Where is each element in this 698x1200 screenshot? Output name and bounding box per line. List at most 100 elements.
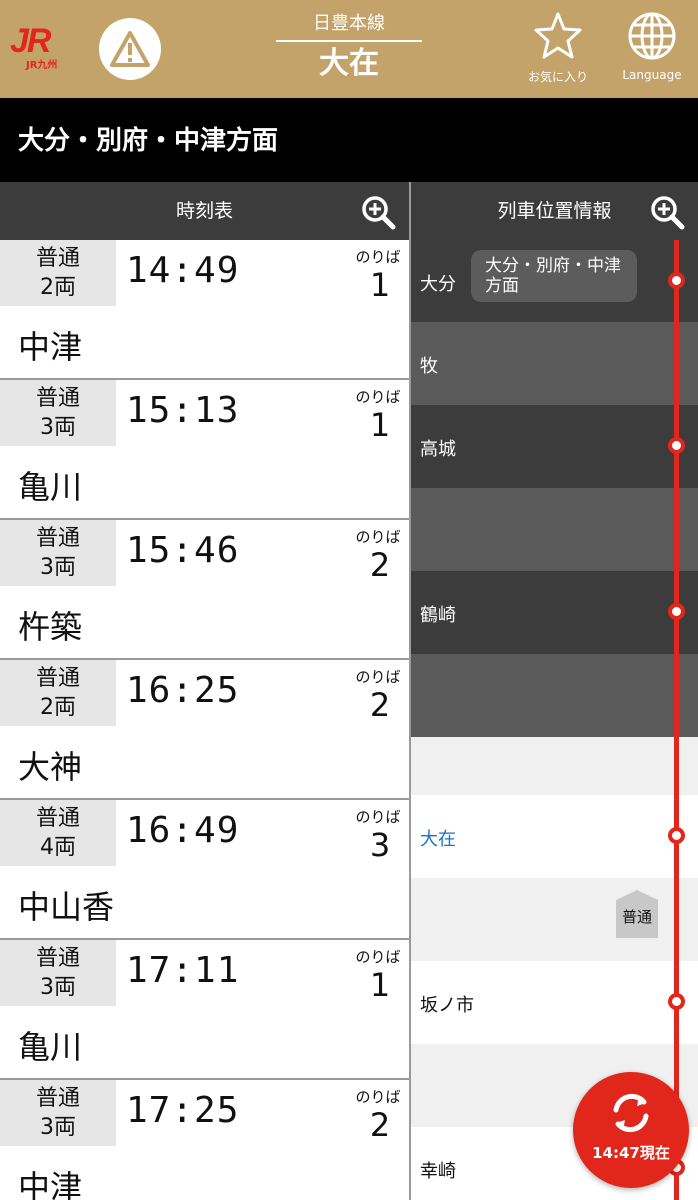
- train-type-badge: 普通 3両: [0, 1080, 116, 1146]
- train-cars: 3両: [40, 1115, 76, 1140]
- train-type: 普通: [35, 946, 80, 971]
- train-type-badge: 普通 3両: [0, 940, 116, 1006]
- route-line: [674, 240, 679, 1200]
- train-row[interactable]: 普通 4両 16:49 のりば 3 中山香: [0, 800, 409, 940]
- station-label: 大分: [420, 274, 456, 295]
- language-label: Language: [622, 68, 682, 82]
- train-type: 普通: [35, 666, 80, 691]
- section-row: [411, 654, 698, 737]
- platform-label: のりば: [355, 668, 401, 686]
- departure-time: 15:46: [126, 530, 240, 571]
- train-row[interactable]: 普通 2両 14:49 のりば 1 中津: [0, 240, 409, 380]
- train-type-badge: 普通 2両: [0, 660, 116, 726]
- warning-button[interactable]: [99, 18, 161, 80]
- station-row-tsurusaki: 鶴崎: [411, 571, 698, 654]
- train-position-panel[interactable]: 大分 大分・別府・中津方面 牧 高城 鶴崎 大在 坂ノ市 幸崎 普通: [411, 240, 698, 1200]
- departure-time: 17:11: [126, 950, 240, 991]
- station-heading: 日豊本線 大在: [276, 10, 422, 86]
- destination: 中津: [18, 328, 83, 366]
- train-marker-label: 普通: [621, 908, 652, 926]
- platform-label: のりば: [355, 248, 401, 266]
- departure-time: 16:49: [126, 810, 240, 851]
- line-name: 日豊本線: [313, 13, 385, 34]
- train-type: 普通: [35, 386, 80, 411]
- train-cars: 4両: [40, 835, 76, 860]
- position-header: 列車位置情報: [411, 182, 698, 240]
- platform-number: 1: [369, 966, 391, 1004]
- timetable-list[interactable]: 普通 2両 14:49 のりば 1 中津 普通 3両 15:13 のりば 1 亀…: [0, 240, 409, 1200]
- globe-icon: [628, 12, 676, 60]
- zoom-in-icon[interactable]: [649, 194, 685, 230]
- timetable-header: 時刻表: [0, 182, 409, 240]
- train-type-badge: 普通 4両: [0, 800, 116, 866]
- train-type-badge: 普通 3両: [0, 380, 116, 446]
- station-row-sakanoichi: 坂ノ市: [411, 961, 698, 1044]
- destination: 杵築: [18, 608, 83, 646]
- train-type: 普通: [35, 246, 80, 271]
- departure-time: 16:25: [126, 670, 240, 711]
- station-row-oita: 大分 大分・別府・中津方面: [411, 240, 698, 322]
- train-cars: 2両: [40, 275, 76, 300]
- destination: 中山香: [18, 888, 115, 926]
- section-row: [411, 737, 698, 795]
- station-label: 牧: [420, 356, 438, 377]
- train-cars: 3両: [40, 975, 76, 1000]
- section-row: [411, 488, 698, 571]
- current-station-label: 大在: [420, 829, 456, 850]
- platform-label: のりば: [355, 528, 401, 546]
- train-cars: 3両: [40, 555, 76, 580]
- train-row[interactable]: 普通 3両 17:25 のりば 2 中津: [0, 1080, 409, 1200]
- direction-pill: 大分・別府・中津方面: [471, 250, 637, 302]
- train-row[interactable]: 普通 3両 17:11 のりば 1 亀川: [0, 940, 409, 1080]
- station-label: 高城: [420, 439, 456, 460]
- departure-time: 17:25: [126, 1090, 240, 1131]
- station-row-maki: 牧: [411, 322, 698, 405]
- favorite-button[interactable]: お気に入り: [520, 10, 596, 90]
- platform-label: のりば: [355, 1088, 401, 1106]
- departure-time: 14:49: [126, 250, 240, 291]
- zoom-in-icon[interactable]: [360, 194, 396, 230]
- warning-icon: [110, 31, 150, 67]
- star-icon: [534, 12, 582, 59]
- platform-number: 2: [369, 1106, 391, 1144]
- refresh-button[interactable]: 14:47現在: [573, 1072, 689, 1188]
- destination: 亀川: [18, 1028, 83, 1066]
- train-marker[interactable]: 普通: [616, 890, 658, 938]
- train-cars: 3両: [40, 415, 76, 440]
- station-row-ozai: 大在: [411, 795, 698, 878]
- direction-title: 大分・別府・中津方面: [0, 98, 698, 182]
- language-button[interactable]: Language: [614, 10, 690, 90]
- destination: 中津: [18, 1168, 83, 1200]
- train-type-badge: 普通 2両: [0, 240, 116, 306]
- station-node: [668, 272, 685, 289]
- platform-number: 1: [369, 266, 391, 304]
- timetable-title: 時刻表: [175, 200, 233, 222]
- train-type: 普通: [35, 806, 80, 831]
- station-node: [668, 603, 685, 620]
- train-row[interactable]: 普通 2両 16:25 のりば 2 大神: [0, 660, 409, 800]
- station-label: 坂ノ市: [420, 995, 474, 1016]
- station-name: 大在: [319, 46, 379, 81]
- station-row-takajo: 高城: [411, 405, 698, 488]
- platform-number: 2: [369, 686, 391, 724]
- app-header: JR JR九州 日豊本線 大在 お気に入り Language: [0, 0, 698, 98]
- station-label: 鶴崎: [420, 605, 456, 626]
- platform-number: 2: [369, 546, 391, 584]
- train-cars: 2両: [40, 695, 76, 720]
- platform-number: 3: [369, 826, 391, 864]
- station-label: 幸崎: [420, 1161, 456, 1182]
- station-node: [668, 437, 685, 454]
- platform-number: 1: [369, 406, 391, 444]
- destination: 亀川: [18, 468, 83, 506]
- logo-subtext: JR九州: [26, 60, 58, 71]
- train-type: 普通: [35, 1086, 80, 1111]
- station-node: [668, 993, 685, 1010]
- train-type-badge: 普通 3両: [0, 520, 116, 586]
- jr-kyushu-logo[interactable]: JR JR九州: [10, 22, 80, 71]
- train-type: 普通: [35, 526, 80, 551]
- train-row[interactable]: 普通 3両 15:46 のりば 2 杵築: [0, 520, 409, 660]
- platform-label: のりば: [355, 948, 401, 966]
- platform-label: のりば: [355, 808, 401, 826]
- departure-time: 15:13: [126, 390, 240, 431]
- train-row[interactable]: 普通 3両 15:13 のりば 1 亀川: [0, 380, 409, 520]
